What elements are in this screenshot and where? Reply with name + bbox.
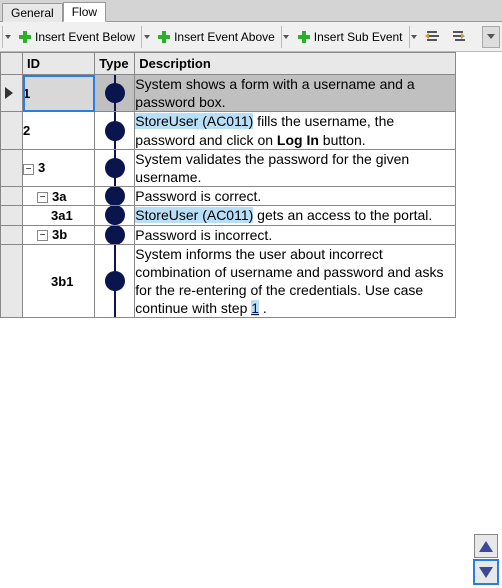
row-handle[interactable] [1, 206, 23, 225]
step-link[interactable]: 1 [251, 300, 259, 316]
description-text: gets an access to the portal. [253, 207, 432, 223]
description-cell[interactable]: System validates the password for the gi… [135, 149, 456, 186]
type-dot-icon [105, 121, 125, 141]
toolbar: Insert Event Below Insert Event Above In… [0, 22, 502, 52]
toolbar-overflow-button[interactable] [482, 26, 500, 48]
type-cell[interactable] [95, 225, 135, 244]
scroll-nav [474, 534, 498, 584]
description-cell[interactable]: StoreUser (AC011) fills the username, th… [135, 112, 456, 149]
row-handle[interactable] [1, 187, 23, 206]
actor-reference[interactable]: StoreUser (AC011) [135, 207, 253, 223]
id-cell[interactable]: 3b1 [23, 244, 95, 318]
row-id-label: 3a1 [51, 208, 73, 223]
tab-general[interactable]: General [2, 3, 63, 22]
row-id-label: 3b [52, 227, 67, 242]
toolbar-split-left[interactable] [2, 26, 12, 48]
tab-flow[interactable]: Flow [63, 2, 106, 22]
insert-sub-event-button[interactable]: Insert Sub Event [293, 27, 407, 47]
grid-container: ID Type Description 1 System shows a form… [0, 52, 502, 588]
table-row[interactable]: −3a Password is correct. [1, 187, 456, 206]
row-id-label: 3 [38, 160, 45, 175]
table-row[interactable]: 3b1 System informs the user about incorre… [1, 244, 456, 318]
description-cell[interactable]: System shows a form with a username and … [135, 75, 456, 112]
outdent-button[interactable] [421, 27, 445, 47]
arrow-down-icon [479, 567, 493, 578]
id-cell[interactable]: −3 [23, 149, 95, 186]
column-header-description[interactable]: Description [135, 53, 456, 75]
insert-event-below-button[interactable]: Insert Event Below [14, 27, 139, 47]
column-header-type[interactable]: Type [95, 53, 135, 75]
table-row[interactable]: 2 StoreUser (AC011) fills the username, t… [1, 112, 456, 149]
id-cell[interactable]: 1 [23, 75, 95, 112]
id-cell[interactable]: 2 [23, 112, 95, 149]
description-cell[interactable]: System informs the user about incorrect … [135, 244, 456, 318]
description-text: Password is incorrect. [135, 227, 272, 243]
button-label: Insert Event Above [174, 30, 275, 44]
type-cell[interactable] [95, 206, 135, 225]
row-handle[interactable] [1, 112, 23, 149]
scroll-up-button[interactable] [474, 534, 498, 558]
type-dot-icon [105, 187, 125, 206]
expander-button[interactable]: − [37, 230, 48, 241]
row-id-label: 1 [23, 86, 30, 101]
description-text: System validates the password for the gi… [135, 151, 409, 185]
events-grid: ID Type Description 1 System shows a form… [0, 52, 456, 318]
row-handle[interactable] [1, 244, 23, 318]
table-row[interactable]: −3 System validates the password for the … [1, 149, 456, 186]
button-label: Insert Event Below [35, 30, 135, 44]
description-text: Password is correct. [135, 188, 261, 204]
type-cell[interactable] [95, 149, 135, 186]
type-cell[interactable] [95, 187, 135, 206]
row-id-label: 2 [23, 123, 30, 138]
id-cell[interactable]: 3a1 [23, 206, 95, 225]
description-text: Log In [277, 132, 319, 148]
description-text: System shows a form with a username and … [135, 76, 414, 110]
row-handle[interactable] [1, 75, 23, 112]
description-cell[interactable]: Password is incorrect. [135, 225, 456, 244]
button-label: Insert Sub Event [314, 30, 403, 44]
table-row[interactable]: 1 System shows a form with a username and… [1, 75, 456, 112]
indent-button[interactable] [447, 27, 471, 47]
plus-icon [18, 30, 32, 44]
description-cell[interactable]: StoreUser (AC011) gets an access to the … [135, 206, 456, 225]
outdent-icon [425, 30, 441, 44]
plus-icon [297, 30, 311, 44]
id-cell[interactable]: −3a [23, 187, 95, 206]
expander-button[interactable]: − [23, 164, 34, 175]
id-cell[interactable]: −3b [23, 225, 95, 244]
column-header-handle[interactable] [1, 53, 23, 75]
expander-button[interactable]: − [37, 192, 48, 203]
row-handle[interactable] [1, 225, 23, 244]
type-dot-icon [105, 158, 125, 178]
actor-reference[interactable]: StoreUser (AC011) [135, 113, 253, 129]
insert-below-split[interactable] [141, 26, 151, 48]
row-id-label: 3b1 [51, 274, 73, 289]
description-text: System informs the user about incorrect … [135, 246, 443, 317]
type-dot-icon [105, 206, 125, 225]
table-row[interactable]: 3a1 StoreUser (AC011) gets an access to t… [1, 206, 456, 225]
description-text: button. [319, 132, 366, 148]
insert-sub-split[interactable] [409, 26, 419, 48]
type-cell[interactable] [95, 112, 135, 149]
description-text: . [259, 300, 267, 316]
row-handle[interactable] [1, 149, 23, 186]
type-cell[interactable] [95, 75, 135, 112]
description-cell[interactable]: Password is correct. [135, 187, 456, 206]
type-dot-icon [105, 83, 125, 103]
arrow-up-icon [479, 541, 493, 552]
tab-bar: General Flow [0, 0, 502, 22]
indent-icon [451, 30, 467, 44]
table-row[interactable]: −3b Password is incorrect. [1, 225, 456, 244]
column-header-id[interactable]: ID [23, 53, 95, 75]
type-cell[interactable] [95, 244, 135, 318]
insert-above-split[interactable] [281, 26, 291, 48]
insert-event-above-button[interactable]: Insert Event Above [153, 27, 279, 47]
type-dot-icon [105, 225, 125, 244]
type-dot-icon [105, 271, 125, 291]
row-id-label: 3a [52, 189, 66, 204]
scroll-down-button[interactable] [474, 560, 498, 584]
plus-icon [157, 30, 171, 44]
